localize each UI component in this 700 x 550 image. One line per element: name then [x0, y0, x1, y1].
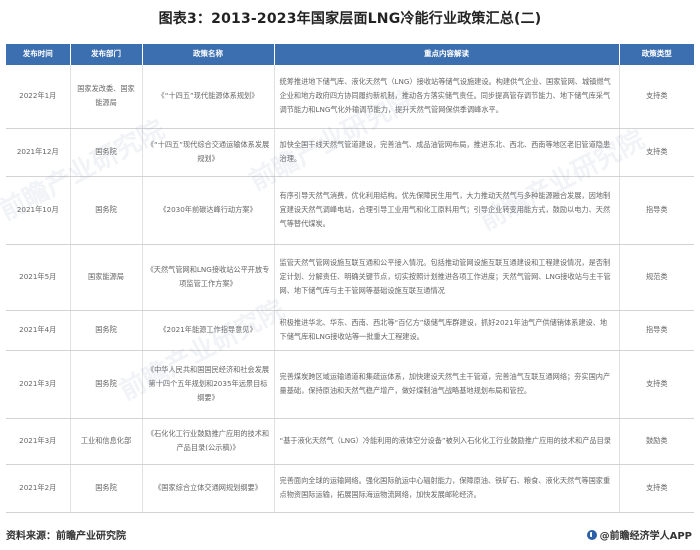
table-row: 2021年10月 国务院 《2030年前碳达峰行动方案》 有序引导天然气消费，优…: [6, 176, 694, 245]
header-type: 政策类型: [619, 44, 694, 65]
cell-dept: 国务院: [70, 350, 143, 419]
cell-content: 完善面向全球的运输网络。强化国际航运中心辐射能力，保障原油、铁矿石、粮食、液化天…: [274, 464, 620, 513]
cell-policy-name: 《“十四五”现代综合交通运输体系发展规划》: [142, 128, 275, 177]
brand-label: @前瞻经济学人APP: [599, 531, 692, 542]
cell-date: 2021年12月: [6, 128, 71, 177]
cell-dept: 国务院: [70, 464, 143, 513]
cell-dept: 国家发改委、国家能源局: [70, 65, 143, 129]
table-row: 2022年1月 国家发改委、国家能源局 《“十四五”现代能源体系规划》 统筹推进…: [6, 65, 694, 129]
cell-content: 积极推进华北、华东、西南、西北等“百亿方”级储气库群建设，抓好2021年油气产供…: [274, 310, 620, 351]
cell-date: 2021年2月: [6, 464, 71, 513]
policy-table: 发布时间 发布部门 政策名称 重点内容解读 政策类型 2022年1月 国家发改委…: [6, 44, 694, 513]
cell-policy-name: 《天然气管网和LNG接收站公平开放专项监管工作方案》: [142, 244, 275, 311]
source-note: 资料来源：前瞻产业研究院: [6, 531, 126, 542]
header-policy-name: 政策名称: [142, 44, 275, 65]
cell-date: 2021年3月: [6, 418, 71, 465]
cell-date: 2021年3月: [6, 350, 71, 419]
cell-content: 加快全国干线天然气管道建设，完善油气、成品油管网布局，推进东北、西北、西南等地区…: [274, 128, 620, 177]
table-row: 2021年3月 工业和信息化部 《石化化工行业鼓励推广应用的技术和产品目录(公示…: [6, 418, 694, 465]
qianzhan-logo-icon: [586, 529, 597, 540]
page-title: 图表3：2013-2023年国家层面LNG冷能行业政策汇总(二): [158, 11, 542, 27]
table-row: 2021年12月 国务院 《“十四五”现代综合交通运输体系发展规划》 加快全国干…: [6, 128, 694, 177]
cell-dept: 国务院: [70, 128, 143, 177]
cell-content: “基于液化天然气（LNG）冷能利用的液体空分设备”被列入石化化工行业鼓励推广应用…: [274, 418, 620, 465]
cell-content: 完善煤炭跨区域运输通道和集疏运体系，加快建设天然气主干管道，完善油气互联互通网络…: [274, 350, 620, 419]
cell-date: 2021年4月: [6, 310, 71, 351]
cell-content: 监管天然气管网设施互联互通和公平接入情况。包括推动管网设施互联互通建设和工程建设…: [274, 244, 620, 311]
cell-type: 支持类: [619, 350, 694, 419]
header-dept: 发布部门: [70, 44, 143, 65]
cell-dept: 工业和信息化部: [70, 418, 143, 465]
cell-date: 2022年1月: [6, 65, 71, 129]
cell-policy-name: 《国家综合立体交通网规划纲要》: [142, 464, 275, 513]
cell-type: 支持类: [619, 65, 694, 129]
brand-credit: @前瞻经济学人APP: [586, 527, 692, 542]
table-row: 2021年5月 国家能源局 《天然气管网和LNG接收站公平开放专项监管工作方案》…: [6, 244, 694, 311]
cell-date: 2021年5月: [6, 244, 71, 311]
cell-policy-name: 《中华人民共和国国民经济和社会发展第十四个五年规划和2035年远景目标纲要》: [142, 350, 275, 419]
cell-type: 指导类: [619, 310, 694, 351]
table-row: 2021年3月 国务院 《中华人民共和国国民经济和社会发展第十四个五年规划和20…: [6, 350, 694, 419]
cell-policy-name: 《2021年能源工作指导意见》: [142, 310, 275, 351]
table-header-row: 发布时间 发布部门 政策名称 重点内容解读 政策类型: [6, 44, 694, 65]
cell-type: 指导类: [619, 176, 694, 245]
header-date: 发布时间: [6, 44, 71, 65]
cell-policy-name: 《“十四五”现代能源体系规划》: [142, 65, 275, 129]
cell-type: 支持类: [619, 128, 694, 177]
cell-dept: 国家能源局: [70, 244, 143, 311]
cell-type: 支持类: [619, 464, 694, 513]
cell-type: 规范类: [619, 244, 694, 311]
cell-date: 2021年10月: [6, 176, 71, 245]
cell-type: 鼓励类: [619, 418, 694, 465]
table-row: 2021年4月 国务院 《2021年能源工作指导意见》 积极推进华北、华东、西南…: [6, 310, 694, 351]
cell-dept: 国务院: [70, 176, 143, 245]
table-row: 2021年2月 国务院 《国家综合立体交通网规划纲要》 完善面向全球的运输网络。…: [6, 464, 694, 513]
cell-content: 统筹推进地下储气库、液化天然气（LNG）接收站等储气设施建设。构建供气企业、国家…: [274, 65, 620, 129]
cell-dept: 国务院: [70, 310, 143, 351]
cell-policy-name: 《石化化工行业鼓励推广应用的技术和产品目录(公示稿)》: [142, 418, 275, 465]
header-content: 重点内容解读: [274, 44, 620, 65]
cell-policy-name: 《2030年前碳达峰行动方案》: [142, 176, 275, 245]
cell-content: 有序引导天然气消费，优化利用结构。优先保障民生用气，大力推动天然气与多种能源融合…: [274, 176, 620, 245]
